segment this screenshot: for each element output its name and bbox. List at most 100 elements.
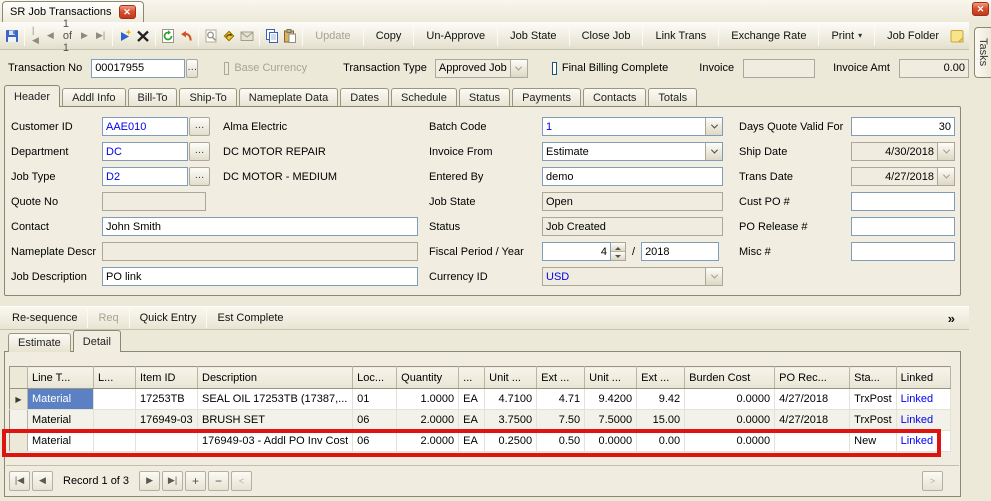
cell-po-rec[interactable]: 4/27/2018: [775, 410, 850, 431]
row-selector[interactable]: [10, 410, 28, 431]
cell-ext-price[interactable]: 15.00: [637, 410, 685, 431]
tab-ship-to[interactable]: Ship-To: [179, 88, 236, 107]
transaction-no-lookup-icon[interactable]: …: [186, 59, 198, 78]
status-input[interactable]: [542, 217, 723, 236]
cell-uom[interactable]: EA: [459, 389, 485, 410]
print-preview-icon[interactable]: [203, 25, 219, 47]
cell-quantity[interactable]: 2.0000: [397, 431, 459, 452]
cell-unit-price[interactable]: 7.5000: [585, 410, 637, 431]
cell-ext-price[interactable]: 0.00: [637, 431, 685, 452]
tab-dates[interactable]: Dates: [340, 88, 389, 107]
tab-bill-to[interactable]: Bill-To: [128, 88, 178, 107]
col-uom[interactable]: ...: [459, 367, 485, 389]
grid-scroll-right-icon[interactable]: >: [922, 471, 943, 491]
cell-line-type[interactable]: Material: [28, 431, 94, 452]
nav-next-record-icon[interactable]: ▶: [78, 30, 91, 41]
nav-first-record-icon[interactable]: |◀: [29, 25, 42, 46]
currency-id-combo[interactable]: USD: [542, 267, 723, 286]
trans-date-picker[interactable]: 4/27/2018: [851, 167, 955, 186]
cell-unit-cost[interactable]: 0.2500: [485, 431, 537, 452]
cell-linked-link[interactable]: Linked: [896, 389, 950, 410]
cell-l[interactable]: [94, 431, 136, 452]
record-last-icon[interactable]: ▶|: [162, 471, 183, 491]
contact-input[interactable]: [102, 217, 418, 236]
fiscal-period-input[interactable]: [542, 242, 611, 261]
cell-l[interactable]: [94, 389, 136, 410]
customer-id-input[interactable]: [102, 117, 188, 136]
refresh-icon[interactable]: [160, 25, 176, 47]
trans-date-dropdown-icon[interactable]: [937, 168, 954, 185]
row-selector-arrow-icon[interactable]: ▶: [10, 389, 28, 410]
fiscal-period-spinner[interactable]: [611, 242, 626, 261]
cell-unit-cost[interactable]: 3.7500: [485, 410, 537, 431]
drilldown-icon[interactable]: [221, 25, 237, 47]
job-folder-note-icon[interactable]: [949, 25, 965, 47]
tab-totals[interactable]: Totals: [648, 88, 697, 107]
job-folder-button[interactable]: Job Folder: [879, 25, 947, 47]
new-record-icon[interactable]: [117, 25, 133, 47]
ship-date-dropdown-icon[interactable]: [937, 143, 954, 160]
update-button[interactable]: Update: [307, 25, 358, 47]
quote-no-input[interactable]: [102, 192, 206, 211]
record-next-icon[interactable]: ▶: [139, 471, 160, 491]
cell-sta[interactable]: TrxPost: [850, 389, 897, 410]
undo-icon[interactable]: [178, 25, 194, 47]
days-quote-input[interactable]: [851, 117, 955, 136]
tab-contacts[interactable]: Contacts: [583, 88, 646, 107]
re-sequence-button[interactable]: Re-sequence: [4, 307, 85, 329]
col-line-type[interactable]: Line T...: [28, 367, 94, 389]
cell-ext-cost[interactable]: 4.71: [537, 389, 585, 410]
tab-nameplate-data[interactable]: Nameplate Data: [239, 88, 339, 107]
cell-loc[interactable]: 01: [353, 389, 397, 410]
tab-close-icon[interactable]: ✕: [119, 5, 136, 19]
est-complete-button[interactable]: Est Complete: [209, 307, 291, 329]
cell-loc[interactable]: 06: [353, 431, 397, 452]
spinner-down-icon[interactable]: [611, 252, 625, 260]
entered-by-input[interactable]: [542, 167, 723, 186]
col-l[interactable]: L...: [94, 367, 136, 389]
close-job-button[interactable]: Close Job: [574, 25, 639, 47]
grid-row-1[interactable]: ▶ Material 17253TB SEAL OIL 17253TB (173…: [10, 389, 951, 410]
job-state-button[interactable]: Job State: [502, 25, 564, 47]
cell-l[interactable]: [94, 410, 136, 431]
batch-code-dropdown-icon[interactable]: [705, 118, 722, 135]
spinner-up-icon[interactable]: [611, 243, 625, 252]
record-delete-icon[interactable]: −: [208, 471, 229, 491]
col-unit-price[interactable]: Unit ...: [585, 367, 637, 389]
toolbar-overflow-icon[interactable]: »: [948, 311, 955, 326]
cell-burden-cost[interactable]: 0.0000: [685, 389, 775, 410]
nav-last-record-icon[interactable]: ▶|: [93, 30, 108, 41]
col-po-rec[interactable]: PO Rec...: [775, 367, 850, 389]
cell-sta[interactable]: TrxPost: [850, 410, 897, 431]
nav-prev-record-icon[interactable]: ◀: [44, 30, 57, 41]
department-lookup-icon[interactable]: …: [189, 142, 210, 161]
cell-unit-price[interactable]: 9.4200: [585, 389, 637, 410]
cell-loc[interactable]: 06: [353, 410, 397, 431]
invoice-input[interactable]: [743, 59, 815, 78]
col-linked[interactable]: Linked: [896, 367, 950, 389]
cell-line-type[interactable]: Material: [28, 389, 94, 410]
cell-unit-price[interactable]: 0.0000: [585, 431, 637, 452]
fiscal-year-input[interactable]: [641, 242, 719, 261]
print-button[interactable]: Print ▾: [823, 25, 870, 47]
un-approve-button[interactable]: Un-Approve: [418, 25, 493, 47]
grid-row-3-highlighted[interactable]: Material 176949-03 - Addl PO Inv Cost 06…: [10, 431, 951, 452]
cell-ext-cost[interactable]: 0.50: [537, 431, 585, 452]
cell-uom[interactable]: EA: [459, 431, 485, 452]
cell-item-id[interactable]: [136, 431, 198, 452]
job-description-input[interactable]: [102, 267, 418, 286]
department-input[interactable]: [102, 142, 188, 161]
batch-code-combo[interactable]: 1: [542, 117, 723, 136]
tab-estimate[interactable]: Estimate: [8, 333, 71, 352]
window-close-icon[interactable]: ✕: [972, 2, 989, 16]
currency-id-dropdown-icon[interactable]: [705, 268, 722, 285]
record-add-icon[interactable]: +: [185, 471, 206, 491]
ship-date-picker[interactable]: 4/30/2018: [851, 142, 955, 161]
cell-linked-link[interactable]: Linked: [896, 410, 950, 431]
cell-description[interactable]: SEAL OIL 17253TB (17387,...: [198, 389, 353, 410]
misc-input[interactable]: [851, 242, 955, 261]
paste-record-icon[interactable]: [282, 25, 298, 47]
col-description[interactable]: Description: [198, 367, 353, 389]
cell-linked-link[interactable]: Linked: [896, 431, 950, 452]
cell-sta[interactable]: New: [850, 431, 897, 452]
